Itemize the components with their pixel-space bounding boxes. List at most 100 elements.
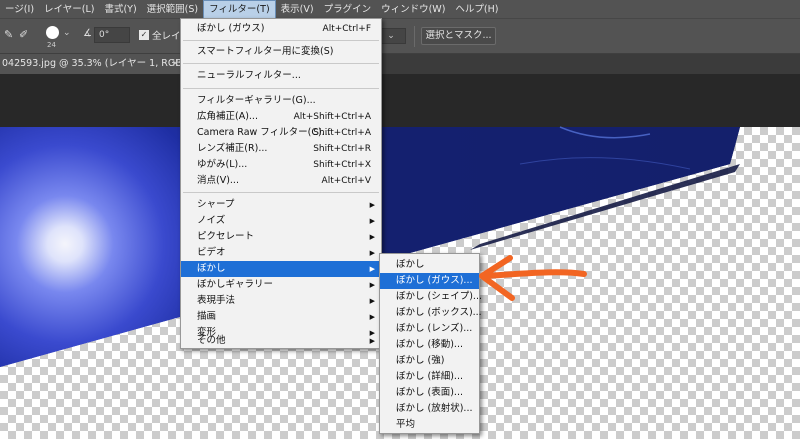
menu-item-label: ぼかし (強) [396, 355, 445, 366]
menu-item-stylize[interactable]: 表現手法 ▶ [181, 293, 381, 309]
menu-item-convert-smart-filter[interactable]: スマートフィルター用に変換(S) [181, 44, 381, 60]
submenu-arrow-icon: ▶ [369, 249, 375, 257]
menu-select[interactable]: 選択範囲(S) [142, 0, 203, 19]
chevron-down-icon[interactable]: ⌄ [63, 28, 71, 38]
menu-item-sharpen[interactable]: シャープ ▶ [181, 197, 381, 213]
document-tab-bar: 042593.jpg @ 35.3% (レイヤー 1, RGB/8) * × [0, 54, 800, 74]
submenu-item-lens-blur[interactable]: ぼかし (レンズ)... [380, 321, 479, 337]
angle-input[interactable]: 0° [94, 27, 130, 43]
menu-item-adaptive-wide-angle[interactable]: 広角補正(A)... Alt+Shift+Ctrl+A [181, 109, 381, 125]
menu-item-label: ピクセレート [197, 231, 255, 242]
menu-item-label: ゆがみ(L)... [197, 159, 248, 170]
menu-item-other[interactable]: その他 ▶ [181, 333, 381, 349]
submenu-item-average[interactable]: 平均 [380, 417, 479, 433]
menu-item-label: ノイズ [197, 215, 226, 226]
submenu-item-shape-blur[interactable]: ぼかし (シェイプ)... [380, 289, 482, 305]
menu-item-label: フィルターギャラリー(G)... [197, 95, 316, 106]
menu-item-lens-correction[interactable]: レンズ補正(R)... Shift+Ctrl+R [181, 141, 381, 157]
menu-item-vanishing-point[interactable]: 消点(V)... Alt+Ctrl+V [181, 173, 381, 189]
submenu-arrow-icon: ▶ [369, 265, 375, 273]
menu-item-label: ぼかし (移動)... [396, 339, 463, 350]
submenu-arrow-icon: ▶ [369, 281, 375, 289]
menu-item-label: ぼかし (表面)... [396, 387, 463, 398]
filter-menu: ぼかし (ガウス) Alt+Ctrl+F スマートフィルター用に変換(S) ニュ… [180, 18, 382, 349]
submenu-item-blur-more[interactable]: ぼかし (強) [380, 353, 479, 369]
menu-item-blur-gallery[interactable]: ぼかしギャラリー ▶ [181, 277, 381, 293]
submenu-item-box-blur[interactable]: ぼかし (ボックス)... [380, 305, 482, 321]
submenu-item-gaussian-blur[interactable]: ぼかし (ガウス)... [380, 273, 479, 289]
submenu-item-radial-blur[interactable]: ぼかし (放射状)... [380, 401, 479, 417]
menu-item-label: 描画 [197, 311, 217, 322]
menu-item-camera-raw[interactable]: Camera Raw フィルター(C)... Shift+Ctrl+A [181, 125, 381, 141]
close-icon[interactable]: × [171, 54, 179, 74]
menu-item-neural-filters[interactable]: ニューラルフィルター... [181, 68, 381, 84]
blur-submenu: ぼかし ぼかし (ガウス)... ぼかし (シェイプ)... ぼかし (ボックス… [379, 253, 482, 434]
menu-layer[interactable]: レイヤー(L) [39, 0, 99, 19]
submenu-arrow-icon: ▶ [369, 201, 375, 209]
menu-item-noise[interactable]: ノイズ ▶ [181, 213, 381, 229]
menu-item-label: 表現手法 [197, 295, 236, 306]
menu-help[interactable]: ヘルプ(H) [450, 0, 503, 19]
brush-icon[interactable]: ✎ [4, 29, 16, 41]
all-layers-label: 全レイ [152, 31, 181, 42]
submenu-arrow-icon: ▶ [369, 313, 375, 321]
menu-item-video[interactable]: ビデオ ▶ [181, 245, 381, 261]
menu-item-label: ぼかし [197, 263, 226, 274]
menu-item-label: 広角補正(A)... [197, 111, 258, 122]
menu-item-gaussian-blur-last[interactable]: ぼかし (ガウス) Alt+Ctrl+F [181, 21, 381, 37]
menu-item-label: ぼかし (ボックス)... [396, 307, 482, 318]
menu-item-label: レンズ補正(R)... [197, 143, 268, 154]
menu-item-label: シャープ [197, 199, 235, 210]
brush-preset-icon[interactable] [46, 26, 59, 39]
brush-size-value: 24 [47, 41, 56, 49]
menu-item-label: ぼかし (ガウス) [197, 23, 265, 34]
brush-eraser-icon[interactable]: ✐ [19, 29, 33, 41]
menu-window[interactable]: ウィンドウ(W) [376, 0, 450, 19]
menu-item-liquify[interactable]: ゆがみ(L)... Shift+Ctrl+X [181, 157, 381, 173]
menu-item-blur[interactable]: ぼかし ▶ [181, 261, 381, 277]
menu-item-label: 消点(V)... [197, 175, 239, 186]
menu-item-label: Camera Raw フィルター(C)... [197, 127, 331, 138]
menu-item-render[interactable]: 描画 ▶ [181, 309, 381, 325]
submenu-arrow-icon: ▶ [369, 297, 375, 305]
menu-item-pixelate[interactable]: ピクセレート ▶ [181, 229, 381, 245]
document-tab[interactable]: 042593.jpg @ 35.3% (レイヤー 1, RGB/8) * [0, 54, 182, 74]
menu-item-label: 平均 [396, 419, 416, 430]
menu-item-shortcut: Alt+Ctrl+V [321, 176, 371, 186]
menu-item-label: その他 [197, 335, 226, 346]
menu-separator [183, 192, 379, 193]
menu-item-shortcut: Shift+Ctrl+A [313, 128, 371, 138]
select-and-mask-button[interactable]: 選択とマスク... [421, 27, 496, 45]
menu-separator [183, 88, 379, 89]
menu-item-label: ぼかし (詳細)... [396, 371, 463, 382]
menu-image[interactable]: ージ(I) [0, 0, 39, 19]
menu-bar: ージ(I) レイヤー(L) 書式(Y) 選択範囲(S) フィルター(T) 表示(… [0, 0, 800, 19]
menu-item-label: ビデオ [197, 247, 226, 258]
submenu-item-blur[interactable]: ぼかし [380, 257, 479, 273]
menu-item-label: ぼかし [396, 259, 425, 270]
menu-type[interactable]: 書式(Y) [99, 0, 141, 19]
menu-item-shortcut: Shift+Ctrl+X [313, 160, 371, 170]
submenu-item-motion-blur[interactable]: ぼかし (移動)... [380, 337, 479, 353]
annotation-arrow-icon [479, 255, 587, 301]
options-bar: ✎ ✐ 24 ⌄ ∡ 0° ✓ 全レイ ⌄ 選択とマスク... [0, 19, 800, 54]
menu-separator [183, 40, 379, 41]
all-layers-checkbox[interactable]: ✓ [139, 30, 149, 40]
menu-item-filter-gallery[interactable]: フィルターギャラリー(G)... [181, 93, 381, 109]
menu-filter[interactable]: フィルター(T) [203, 0, 276, 19]
submenu-arrow-icon: ▶ [369, 233, 375, 241]
menu-item-shortcut: Shift+Ctrl+R [313, 144, 371, 154]
submenu-arrow-icon: ▶ [369, 217, 375, 225]
menu-view[interactable]: 表示(V) [276, 0, 319, 19]
menu-item-label: スマートフィルター用に変換(S) [197, 46, 334, 57]
submenu-item-smart-blur[interactable]: ぼかし (詳細)... [380, 369, 479, 385]
menu-item-shortcut: Alt+Ctrl+F [322, 24, 371, 34]
divider [414, 26, 415, 47]
submenu-item-surface-blur[interactable]: ぼかし (表面)... [380, 385, 479, 401]
menu-item-label: ニューラルフィルター... [197, 70, 301, 81]
menu-item-label: ぼかし (レンズ)... [396, 323, 473, 334]
menu-item-label: ぼかし (シェイプ)... [396, 291, 482, 302]
menu-plugins[interactable]: プラグイン [319, 0, 377, 19]
menu-item-label: ぼかし (放射状)... [396, 403, 473, 414]
menu-item-shortcut: Alt+Shift+Ctrl+A [293, 112, 371, 122]
